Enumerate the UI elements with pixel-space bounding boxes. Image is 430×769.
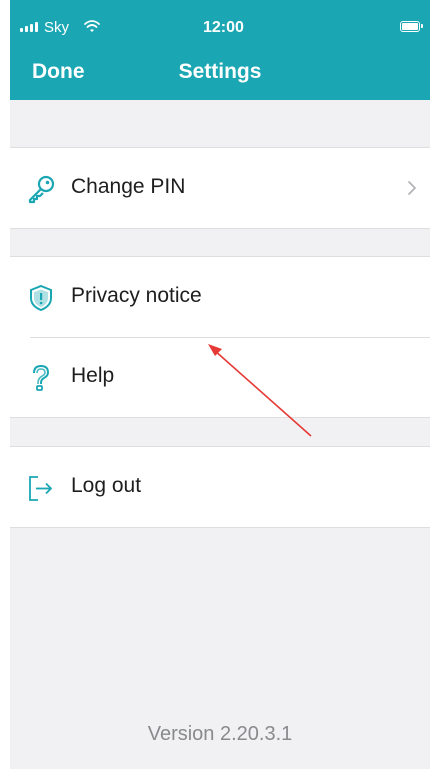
- privacy-notice-label: Privacy notice: [71, 284, 202, 307]
- change-pin-label: Change PIN: [71, 175, 186, 198]
- log-out-row[interactable]: Log out: [10, 447, 430, 527]
- information-group: Privacy notice Help: [10, 256, 430, 418]
- signal-strength-icon: [20, 22, 38, 32]
- carrier-name: Sky: [44, 19, 70, 36]
- security-group: Change PIN: [10, 147, 430, 229]
- status-bar: Sky 12:00: [10, 0, 430, 40]
- chevron-right-icon: [408, 181, 416, 195]
- help-label: Help: [71, 364, 115, 387]
- page-title: Settings: [178, 60, 262, 83]
- help-row[interactable]: Help: [10, 337, 430, 417]
- status-time: 12:00: [203, 19, 244, 36]
- log-out-label: Log out: [71, 474, 142, 497]
- change-pin-row[interactable]: Change PIN: [10, 148, 430, 228]
- account-group: Log out: [10, 446, 430, 528]
- key-icon: [28, 175, 55, 204]
- version-label: Version 2.20.3.1: [147, 723, 293, 745]
- shield-icon: [30, 284, 52, 312]
- question-mark-icon: [33, 364, 50, 391]
- app-header: Sky 12:00 Done Settings: [10, 0, 430, 100]
- wifi-icon: [84, 20, 100, 32]
- settings-screen: Sky 12:00 Done Settings Change PIN Priva…: [10, 0, 430, 769]
- battery-icon: [400, 21, 423, 32]
- privacy-notice-row[interactable]: Privacy notice: [10, 257, 430, 337]
- log-out-icon: [29, 476, 52, 501]
- navigation-bar: Done Settings: [10, 50, 430, 94]
